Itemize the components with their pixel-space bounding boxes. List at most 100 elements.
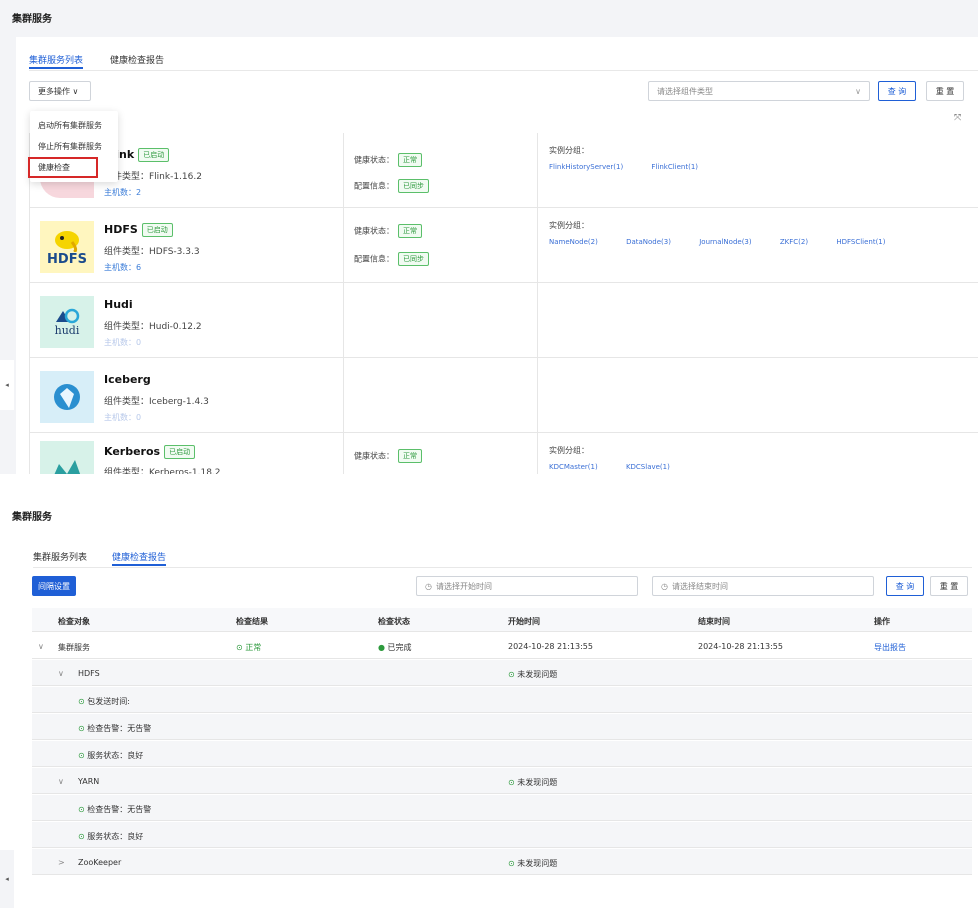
tab-bar: 集群服务列表 健康检查报告 xyxy=(33,540,972,568)
health-status: 健康状态： 正常 xyxy=(354,449,422,463)
col-result: 检查结果 xyxy=(236,617,268,626)
hudi-logo-icon: hudi xyxy=(40,296,94,348)
service-name: Kerberos 已启动 xyxy=(104,445,196,459)
status-badge: 已启动 xyxy=(141,223,173,237)
check-result: ⊙ 未发现问题 xyxy=(508,670,558,679)
status-cell: ● 已完成 xyxy=(378,643,412,652)
service-type: 组件类型：Iceberg-1.4.3 xyxy=(104,397,209,407)
check-result: ⊙ 未发现问题 xyxy=(508,778,558,787)
fullscreen-icon[interactable]: ⤧ xyxy=(954,113,961,123)
query-button[interactable]: 查 询 xyxy=(878,81,916,101)
instance-link[interactable]: FlinkClient(1) xyxy=(651,163,698,171)
instance-link[interactable]: NameNode(2) xyxy=(549,238,598,246)
service-row-hudi: hudi Hudi 组件类型：Hudi-0.12.2 主机数：0 xyxy=(29,283,978,358)
chevron-down-icon[interactable]: ∨ xyxy=(58,669,64,678)
col-status: 检查状态 xyxy=(378,617,410,626)
col-end: 结束时间 xyxy=(698,617,730,626)
table-row: ⊙ 服务状态：良好 xyxy=(32,741,972,767)
more-ops-button[interactable]: 更多操作 ∨ xyxy=(29,81,91,101)
end-time-cell: 2024-10-28 21:13:55 xyxy=(698,642,783,651)
service-row-flink: Flink 已启动 组件类型：Flink-1.16.2 主机数：2 健康状态： 正常… xyxy=(29,133,978,208)
host-count-link[interactable]: 主机数：0 xyxy=(104,337,141,348)
service-type: 组件类型：Hudi-0.12.2 xyxy=(104,322,202,332)
start-time-picker[interactable]: ◷ 请选择开始时间 xyxy=(416,576,638,596)
component-type-select[interactable]: 请选择组件类型 ∨ xyxy=(648,81,870,101)
instance-link[interactable]: ZKFC(2) xyxy=(780,238,808,246)
detail-item: ⊙ 服务状态：良好 xyxy=(78,751,144,760)
chevron-down-icon[interactable]: ∨ xyxy=(58,777,64,786)
instance-link[interactable]: HDFSClient(1) xyxy=(836,238,885,246)
chevron-down-icon: ∨ xyxy=(855,86,861,96)
detail-item: ⊙ 服务状态：良好 xyxy=(78,832,144,841)
instance-link[interactable]: FlinkHistoryServer(1) xyxy=(549,163,623,171)
table-row: ⊙ 检查告警：无告警 xyxy=(32,795,972,821)
table-row: ∨ YARN ⊙ 未发现问题 xyxy=(32,768,972,794)
instance-link[interactable]: KDCSlave(1) xyxy=(626,463,670,471)
status-badge: 已启动 xyxy=(138,148,170,162)
row-object: YARN xyxy=(78,777,100,786)
page-title: 集群服务 xyxy=(12,512,52,523)
instance-link[interactable]: DataNode(3) xyxy=(626,238,671,246)
status-badge: 已启动 xyxy=(164,445,196,459)
page-title: 集群服务 xyxy=(12,14,52,25)
service-row-kerberos: Kerberos 已启动 组件类型：Kerberos-1.18.2 健康状态： 正常… xyxy=(29,433,978,474)
clock-icon: ◷ xyxy=(425,581,432,591)
host-count-link[interactable]: 主机数：6 xyxy=(104,262,141,273)
col-start: 开始时间 xyxy=(508,617,540,626)
menu-stop-all[interactable]: 停止所有集群服务 xyxy=(30,136,118,157)
config-status: 配置信息： 已同步 xyxy=(354,252,429,266)
tab-health-report[interactable]: 健康检查报告 xyxy=(112,550,167,566)
iceberg-logo-icon xyxy=(40,371,94,423)
service-name: Hudi xyxy=(104,298,133,311)
detail-item: ⊙ 检查告警：无告警 xyxy=(78,805,152,814)
start-time-cell: 2024-10-28 21:13:55 xyxy=(508,642,593,651)
instance-group-title: 实例分组： xyxy=(549,146,589,155)
table-row: ∨ HDFS ⊙ 未发现问题 xyxy=(32,660,972,686)
service-name: HDFS 已启动 xyxy=(104,223,173,237)
row-object: ZooKeeper xyxy=(78,858,122,867)
cluster-services-list-panel: 集群服务 集群服务列表 健康检查报告 更多操作 ∨ 请选择组件类型 ∨ 查 询 … xyxy=(0,0,978,474)
reset-button[interactable]: 重 置 xyxy=(926,81,964,101)
instance-group-list: NameNode(2) DataNode(3) JournalNode(3) Z… xyxy=(549,238,912,246)
table-row: ∨ 集群服务 ⊙ 正常 ● 已完成 2024-10-28 21:13:55 20… xyxy=(32,633,972,659)
interval-settings-button[interactable]: 间隔设置 xyxy=(32,576,76,596)
row-object: 集群服务 xyxy=(58,643,90,652)
instance-group-list: FlinkHistoryServer(1) FlinkClient(1) xyxy=(549,163,724,171)
tab-service-list[interactable]: 集群服务列表 xyxy=(33,550,87,563)
collapse-sidebar-icon[interactable]: ◂ xyxy=(0,850,14,908)
table-row: ⊙ 包发送时间: xyxy=(32,687,972,713)
instance-group-title: 实例分组： xyxy=(549,446,589,455)
table-row: > ZooKeeper ⊙ 未发现问题 xyxy=(32,849,972,875)
host-count-link[interactable]: 主机数：0 xyxy=(104,412,141,423)
more-ops-menu: 启动所有集群服务 停止所有集群服务 健康检查 xyxy=(28,111,118,182)
export-report-link[interactable]: 导出报告 xyxy=(874,642,906,653)
service-type: 组件类型：Flink-1.16.2 xyxy=(104,172,202,182)
chevron-down-icon[interactable]: ∨ xyxy=(38,642,44,651)
host-count-link[interactable]: 主机数：2 xyxy=(104,187,141,198)
tab-service-list[interactable]: 集群服务列表 xyxy=(29,53,84,69)
instance-link[interactable]: JournalNode(3) xyxy=(699,238,751,246)
tab-health-report[interactable]: 健康检查报告 xyxy=(110,53,164,66)
service-row-hdfs: HDFS HDFS 已启动 组件类型：HDFS-3.3.3 主机数：6 健康状态：… xyxy=(29,208,978,283)
kerberos-logo-icon xyxy=(40,441,94,474)
reset-button[interactable]: 重 置 xyxy=(930,576,968,596)
instance-group-list: KDCMaster(1) KDCSlave(1) xyxy=(549,463,696,471)
detail-item: ⊙ 检查告警：无告警 xyxy=(78,724,152,733)
table-row: ⊙ 服务状态：良好 xyxy=(32,822,972,848)
health-status: 健康状态： 正常 xyxy=(354,153,422,167)
menu-health-check[interactable]: 健康检查 xyxy=(28,157,98,178)
table-row: ⊙ 检查告警：无告警 xyxy=(32,714,972,740)
menu-start-all[interactable]: 启动所有集群服务 xyxy=(30,115,118,136)
select-placeholder: 请选择组件类型 xyxy=(657,86,713,96)
health-status: 健康状态： 正常 xyxy=(354,224,422,238)
col-op: 操作 xyxy=(874,617,890,626)
service-type: 组件类型：Kerberos-1.18.2 xyxy=(104,468,221,474)
query-button[interactable]: 查 询 xyxy=(886,576,924,596)
table-header: 检查对象 检查结果 检查状态 开始时间 结束时间 操作 xyxy=(32,608,972,632)
row-object: HDFS xyxy=(78,669,100,678)
collapse-sidebar-icon[interactable]: ◂ xyxy=(0,360,14,410)
chevron-right-icon[interactable]: > xyxy=(58,858,65,867)
service-name: Iceberg xyxy=(104,373,151,386)
end-time-picker[interactable]: ◷ 请选择结束时间 xyxy=(652,576,874,596)
instance-link[interactable]: KDCMaster(1) xyxy=(549,463,598,471)
